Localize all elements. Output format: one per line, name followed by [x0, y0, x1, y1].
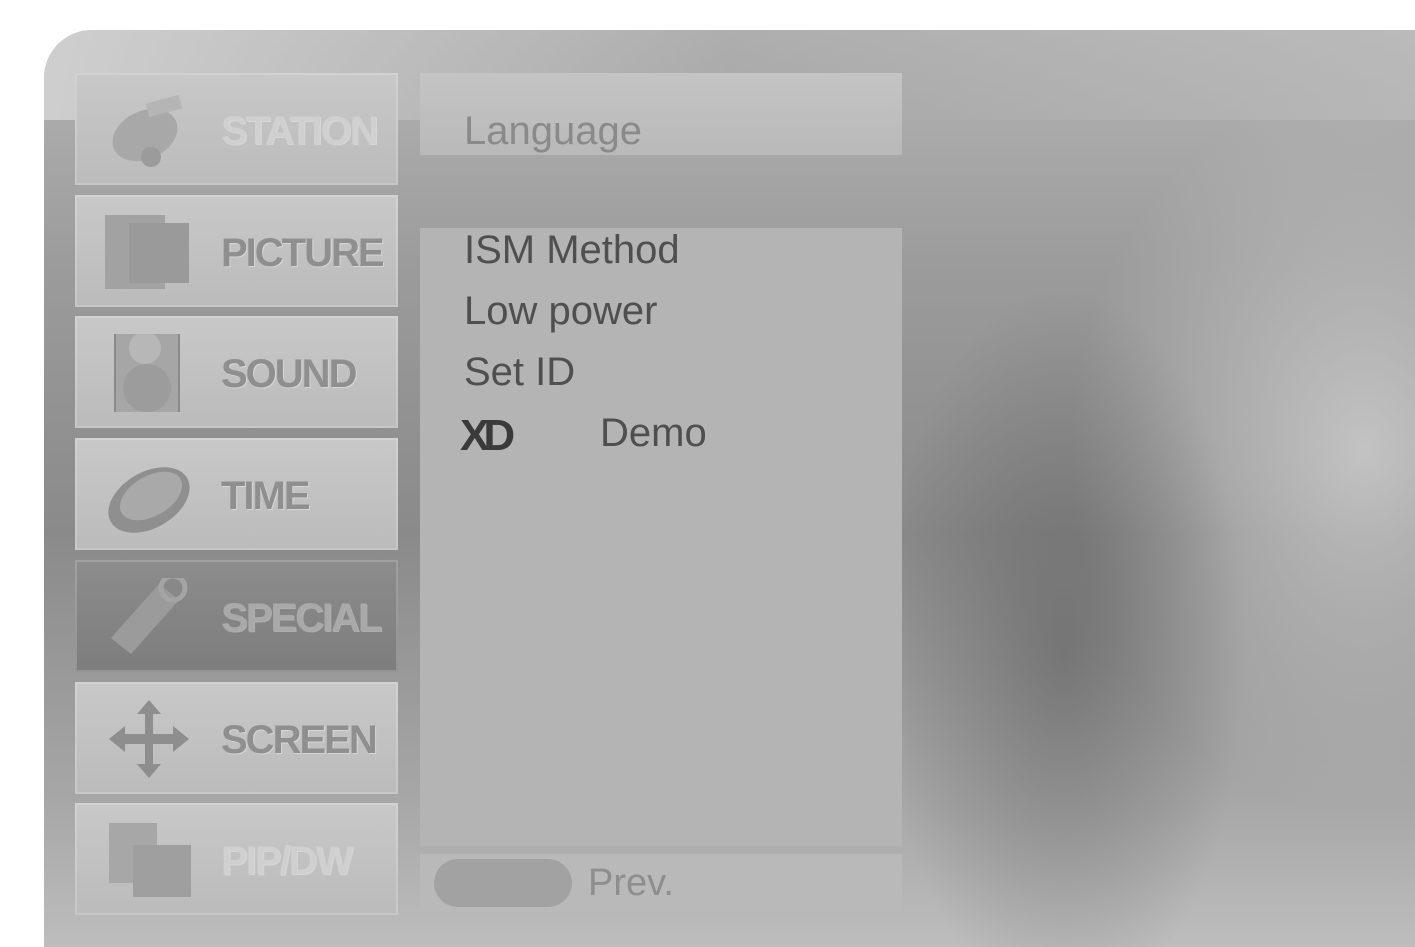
submenu-item-demo[interactable]: Demo	[600, 411, 707, 456]
speaker-icon	[114, 334, 180, 412]
submenu-item-ism-method[interactable]: ISM Method	[464, 228, 680, 273]
antenna-icon	[112, 94, 183, 167]
footer-bar: Prev.	[420, 854, 902, 912]
clock-icon	[108, 467, 190, 533]
menu-item-label: PIP/DW	[221, 839, 353, 883]
prev-label: Prev.	[588, 862, 674, 904]
tag-icon	[111, 578, 188, 654]
menu-item-label: PICTURE	[221, 231, 385, 275]
menu-item-special[interactable]: SPECIAL	[75, 560, 398, 672]
xd-logo-text: XD	[460, 414, 513, 454]
xd-logo: XD	[460, 414, 519, 454]
submenu-item-language[interactable]: Language	[420, 73, 902, 155]
menu-item-sound[interactable]: SOUND	[75, 316, 398, 428]
picture-icon	[105, 215, 189, 289]
submenu-item-label: Language	[464, 109, 642, 153]
menu-item-screen[interactable]: SCREEN	[75, 682, 398, 794]
menu-item-label: SOUND	[221, 352, 357, 396]
submenu-item-low-power[interactable]: Low power	[464, 289, 657, 334]
move-arrows-icon	[109, 700, 189, 778]
menu-item-station[interactable]: STATION	[75, 73, 398, 185]
pip-icon	[109, 823, 191, 897]
menu-item-pip-dw[interactable]: PIP/DW	[75, 803, 398, 915]
submenu-item-set-id[interactable]: Set ID	[464, 350, 575, 395]
menu-item-picture[interactable]: PICTURE	[75, 195, 398, 307]
menu-item-time[interactable]: TIME	[75, 438, 398, 550]
submenu-panel: ISM Method Low power Set ID XD Demo	[420, 228, 902, 846]
menu-item-label: TIME	[221, 474, 311, 518]
menu-item-label: SCREEN	[221, 718, 378, 762]
menu-item-label: SPECIAL	[221, 596, 382, 640]
prev-button-pill[interactable]	[434, 859, 572, 907]
menu-item-label: STATION	[221, 109, 379, 153]
tv-osd-menu: STATION PICTURE SOUND TIME SPECIAL SCREE…	[44, 30, 1415, 947]
